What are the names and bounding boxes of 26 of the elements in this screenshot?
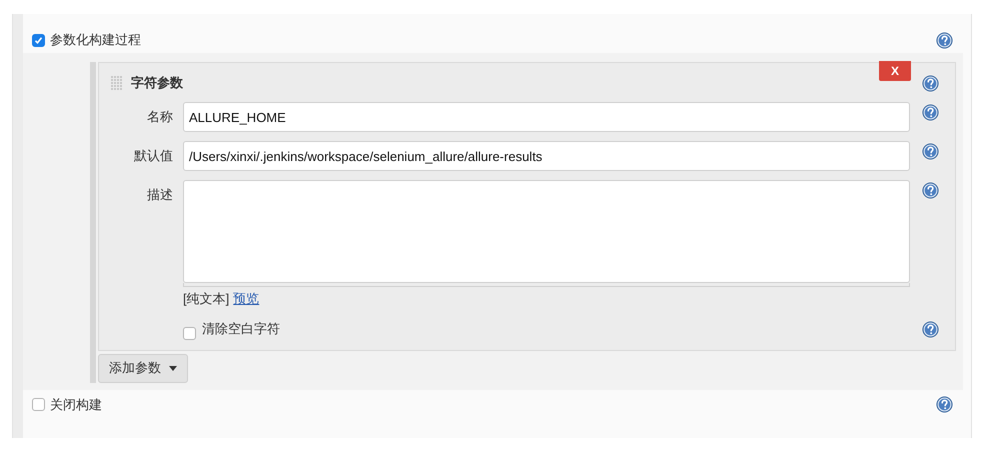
checkbox[interactable] [32,398,45,411]
field-label: 名称 [146,108,174,126]
option-label: 关闭构建 [50,396,103,414]
checkbox[interactable] [32,34,45,46]
help-icon[interactable] [922,320,939,338]
drag-handle-icon[interactable] [111,76,123,90]
format-label: [纯文本] [183,290,230,308]
parameter-title: 字符参数 [131,74,184,92]
help-icon[interactable] [936,396,953,413]
text-field[interactable]: /Users/xinxi/.jenkins/workspace/selenium_allure/allure-results [183,141,910,171]
add-parameter-button[interactable]: 添加参数 [98,354,188,382]
option-label: 清除空白字符 [202,320,281,338]
help-icon[interactable] [922,104,939,121]
help-icon[interactable] [922,74,939,92]
help-icon[interactable] [922,143,939,160]
text-field[interactable]: ALLURE_HOME [183,102,910,132]
option-label: 参数化构建过程 [50,31,142,50]
caret-icon [169,366,177,370]
checkbox[interactable] [183,326,196,340]
delete-button[interactable]: X [879,61,911,81]
help-icon[interactable] [936,32,953,48]
description-field[interactable] [183,180,910,283]
field-label: 默认值 [133,147,174,165]
help-icon[interactable] [922,182,939,199]
preview-link[interactable]: 预览 [233,289,260,308]
field-label: 描述 [146,186,174,204]
